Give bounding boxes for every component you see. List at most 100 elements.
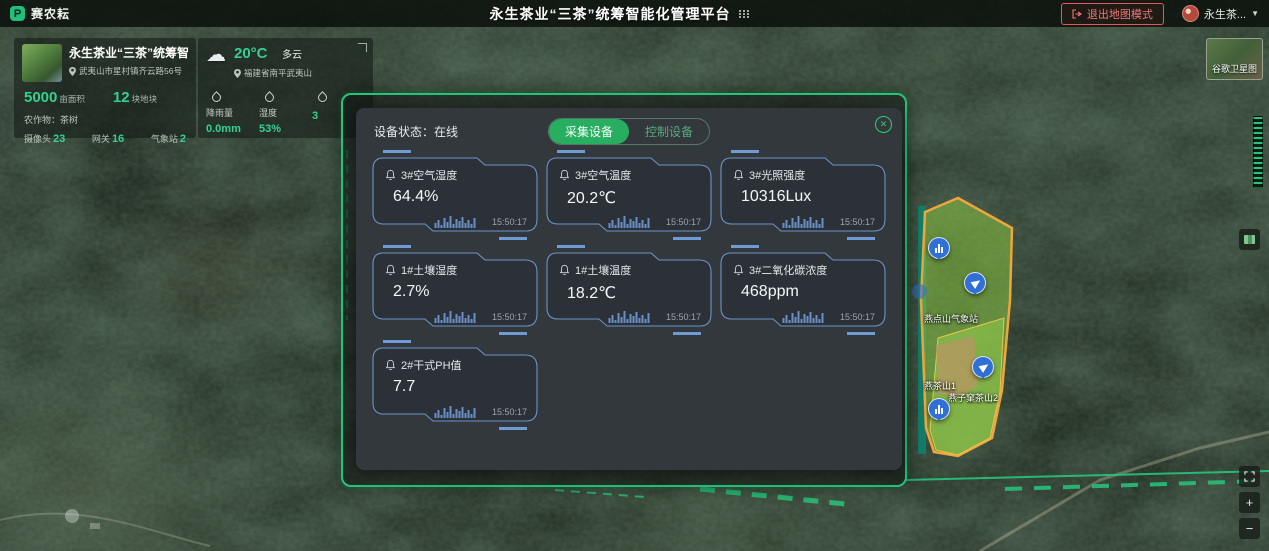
apps-grid-icon[interactable] xyxy=(739,10,750,18)
weather-condition: 多云 xyxy=(282,50,302,61)
layer-switch-button[interactable]: 谷歌卫星图 xyxy=(1206,38,1263,80)
sensor-value: 64.4% xyxy=(393,188,438,206)
area-stat: 5000亩面积 xyxy=(24,89,85,107)
tab-control-devices[interactable]: 控制设备 xyxy=(629,119,709,144)
weather-station-count: 气象站2 xyxy=(151,132,186,145)
farm-address: 武夷山市星村镇齐云路56号 xyxy=(69,65,188,77)
mini-bar-chart-icon xyxy=(609,310,650,323)
station-marker[interactable] xyxy=(928,237,950,259)
sensor-card[interactable]: 1#土壤温度 18.2℃ 15:50:17 xyxy=(545,251,713,329)
mini-bar-chart-icon xyxy=(609,215,650,228)
navigate-icon xyxy=(970,277,982,289)
sensor-timestamp: 15:50:17 xyxy=(840,312,875,322)
sensor-timestamp: 15:50:17 xyxy=(492,217,527,227)
chevron-down-icon: ▼ xyxy=(1251,9,1259,18)
sensor-timestamp: 15:50:17 xyxy=(492,312,527,322)
farm-title: 永生茶业“三茶”统筹智能... xyxy=(69,44,188,61)
sensor-card[interactable]: 3#空气湿度 64.4% 15:50:17 xyxy=(371,156,539,234)
bell-icon xyxy=(733,169,744,181)
status-value: 在线 xyxy=(434,125,458,139)
sensor-name: 3#空气温度 xyxy=(575,167,631,183)
sensor-card[interactable]: 2#干式PH值 7.7 15:50:17 xyxy=(371,346,539,424)
mini-bar-chart-icon xyxy=(435,310,476,323)
map-label: 燕子窠茶山2 xyxy=(948,391,998,404)
expand-icon[interactable] xyxy=(358,43,367,52)
map-label: 燕点山气象站 xyxy=(924,312,978,325)
tab-collect-devices[interactable]: 采集设备 xyxy=(549,119,629,144)
rainfall-metric: 降雨量 0.0mm xyxy=(206,91,259,135)
fullscreen-button[interactable] xyxy=(1239,466,1260,487)
humidity-metric: 湿度 53% xyxy=(259,91,312,135)
camera-count: 摄像头23 xyxy=(24,132,65,145)
top-header: P 赛农耘 永生茶业“三茶”统筹智能化管理平台 退出地图模式 永生茶... ▼ xyxy=(0,0,1269,27)
sensor-card[interactable]: 3#光照强度 10316Lux 15:50:17 xyxy=(719,156,887,234)
logo-text: 赛农耘 xyxy=(31,5,70,22)
gateway-count: 网关16 xyxy=(92,132,124,145)
sensor-name: 2#干式PH值 xyxy=(401,357,462,373)
navigate-marker[interactable] xyxy=(972,356,994,378)
zoom-in-button[interactable]: + xyxy=(1239,492,1260,513)
bell-icon xyxy=(733,264,744,276)
bell-icon xyxy=(385,169,396,181)
mini-bar-chart-icon xyxy=(435,405,476,418)
layer-button-label: 谷歌卫星图 xyxy=(1207,62,1262,75)
exit-icon xyxy=(1072,9,1082,19)
sensor-value: 10316Lux xyxy=(741,188,811,206)
layers-icon xyxy=(1244,235,1255,244)
farm-info-card[interactable]: 永生茶业“三茶”统筹智能... 武夷山市星村镇齐云路56号 5000亩面积 12… xyxy=(14,38,196,138)
sensor-timestamp: 15:50:17 xyxy=(666,217,701,227)
device-status-modal: 设备状态：在线 采集设备 控制设备 ✕ 3#空气湿度 64.4% 15:50:1… xyxy=(356,108,902,470)
sensor-name: 1#土壤湿度 xyxy=(401,262,457,278)
cloud-icon: ☁ xyxy=(206,45,226,65)
zoom-level-slider[interactable] xyxy=(1253,116,1263,188)
bell-icon xyxy=(385,264,396,276)
user-name: 永生茶... xyxy=(1204,6,1246,22)
close-icon[interactable]: ✕ xyxy=(875,116,892,133)
humidity-icon xyxy=(263,91,276,104)
bell-icon xyxy=(559,264,570,276)
sensor-name: 3#光照强度 xyxy=(749,167,805,183)
farm-thumbnail xyxy=(22,44,62,82)
sensor-grid: 3#空气湿度 64.4% 15:50:17 3#空气温度 20.2℃ 15:50… xyxy=(356,154,902,424)
avatar xyxy=(1182,5,1199,22)
rainfall-icon xyxy=(210,91,223,104)
sensor-timestamp: 15:50:17 xyxy=(492,407,527,417)
sensor-timestamp: 15:50:17 xyxy=(666,312,701,322)
navigate-icon xyxy=(978,361,990,373)
mini-bar-chart-icon xyxy=(435,215,476,228)
device-status: 设备状态：在线 xyxy=(374,123,458,140)
logo-icon: P xyxy=(10,6,25,21)
temperature: 20°C xyxy=(234,45,268,62)
location-pin-icon xyxy=(69,67,76,76)
weather-location: 福建省南平武夷山 xyxy=(234,67,312,79)
mini-bar-chart-icon xyxy=(783,310,824,323)
map-dashboard: P 赛农耘 永生茶业“三茶”统筹智能化管理平台 退出地图模式 永生茶... ▼ xyxy=(0,0,1269,551)
station-marker[interactable] xyxy=(928,398,950,420)
device-tabs: 采集设备 控制设备 xyxy=(548,118,710,145)
exit-map-mode-button[interactable]: 退出地图模式 xyxy=(1061,3,1164,25)
sensor-value: 20.2℃ xyxy=(567,188,616,208)
map-marker[interactable] xyxy=(912,284,927,299)
page-title: 永生茶业“三茶”统筹智能化管理平台 xyxy=(490,4,731,24)
sensor-card[interactable]: 3#空气温度 20.2℃ 15:50:17 xyxy=(545,156,713,234)
plots-stat: 12块地块 xyxy=(113,89,157,107)
location-pin-icon xyxy=(234,69,241,78)
sensor-card[interactable]: 1#土壤湿度 2.7% 15:50:17 xyxy=(371,251,539,329)
brand-logo[interactable]: P 赛农耘 xyxy=(10,5,240,22)
sensor-timestamp: 15:50:17 xyxy=(840,217,875,227)
bell-icon xyxy=(385,359,396,371)
sensor-value: 7.7 xyxy=(393,378,415,396)
sensor-value: 468ppm xyxy=(741,283,799,301)
zoom-out-button[interactable]: − xyxy=(1239,518,1260,539)
station-icon xyxy=(935,405,943,414)
sensor-card[interactable]: 3#二氧化碳浓度 468ppm 15:50:17 xyxy=(719,251,887,329)
sensor-name: 3#空气湿度 xyxy=(401,167,457,183)
sensor-name: 3#二氧化碳浓度 xyxy=(749,262,827,278)
mini-bar-chart-icon xyxy=(783,215,824,228)
sensor-value: 2.7% xyxy=(393,283,429,301)
user-menu[interactable]: 永生茶... ▼ xyxy=(1182,5,1259,22)
crop-info: 农作物：茶树 xyxy=(24,113,188,126)
fullscreen-icon xyxy=(1244,471,1255,482)
navigate-marker[interactable] xyxy=(964,272,986,294)
layers-button[interactable] xyxy=(1239,229,1260,250)
